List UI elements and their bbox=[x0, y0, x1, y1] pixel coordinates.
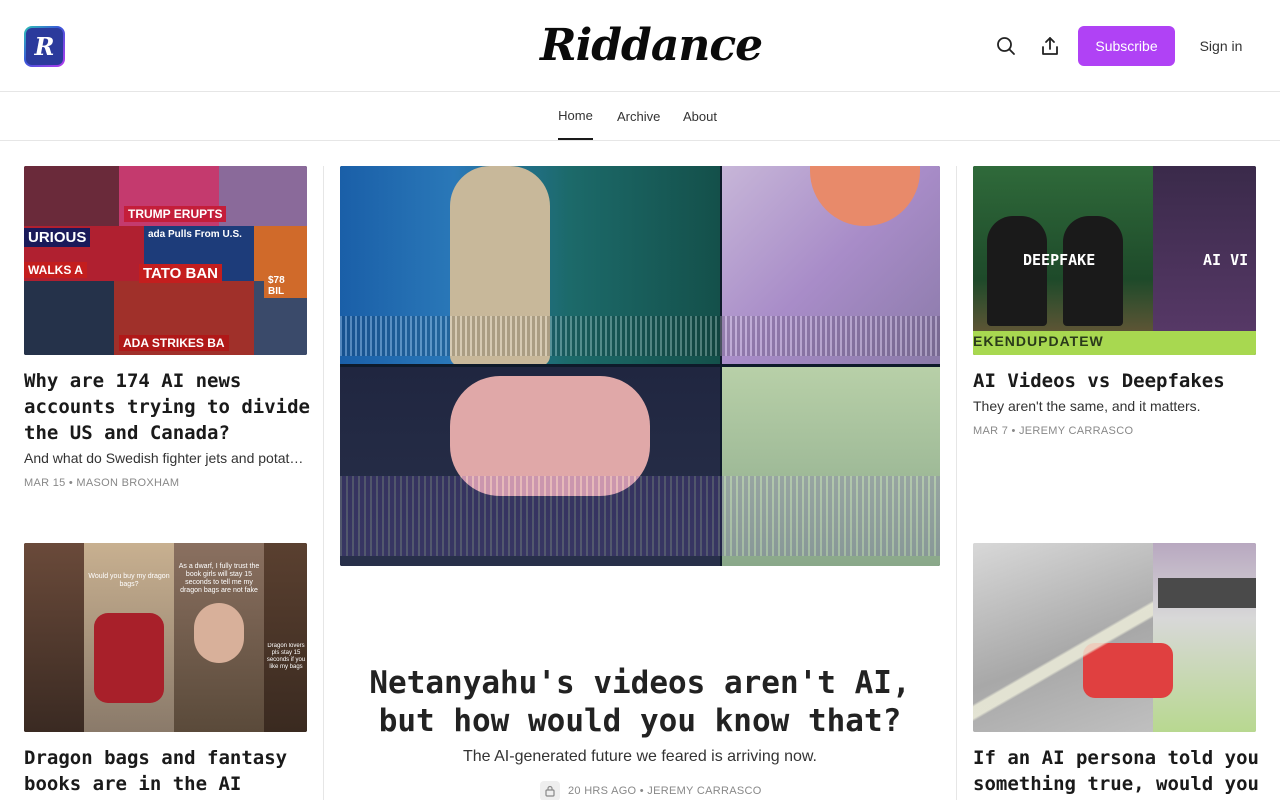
search-icon bbox=[997, 37, 1015, 55]
thumb-label: DEEPFAKE bbox=[1023, 251, 1096, 269]
thumb-sketch-seat bbox=[1158, 578, 1256, 608]
hero-post-meta: 20 HRS AGO • JEREMY CARRASCO bbox=[568, 785, 762, 797]
thumb-anchor-figure bbox=[987, 216, 1047, 326]
post-meta: MAR 15 • MASON BROXHAM bbox=[24, 477, 180, 489]
share-icon bbox=[1042, 37, 1058, 55]
collage-tile bbox=[24, 166, 119, 226]
nav-tab-about[interactable]: About bbox=[683, 92, 717, 140]
collage-label: ADA STRIKES BA bbox=[119, 335, 229, 351]
post-title[interactable]: AI Videos vs Deepfakes bbox=[973, 368, 1263, 394]
section-nav: Home Archive About bbox=[0, 92, 1280, 141]
collage-label: TRUMP ERUPTS bbox=[124, 206, 227, 222]
thumb-label: AI VI bbox=[1203, 251, 1249, 269]
post-title[interactable]: If an AI persona told you something true… bbox=[973, 745, 1263, 797]
collage-label: $78 BIL bbox=[264, 274, 307, 298]
thumb-caption: Dragon lovers pls stay 15 seconds if you… bbox=[266, 643, 306, 670]
post-title[interactable]: Dragon bags and fantasy books are in the… bbox=[24, 745, 314, 797]
post-subtitle: They aren't the same, and it matters. bbox=[973, 398, 1201, 414]
collage-tile bbox=[24, 281, 114, 355]
post-thumbnail-ai-news-accounts[interactable]: TRUMP ERUPTS URIOUS WALKS A TATO BAN ADA… bbox=[24, 166, 307, 355]
post-thumbnail-ai-persona[interactable] bbox=[973, 543, 1256, 732]
collage-label: WALKS A bbox=[24, 262, 87, 278]
column-divider-right bbox=[956, 166, 957, 800]
collage-tile bbox=[219, 166, 307, 226]
collage-label: TATO BAN bbox=[139, 264, 222, 283]
share-button[interactable] bbox=[1037, 33, 1063, 59]
logo-inner: R bbox=[26, 28, 63, 65]
post-subtitle: And what do Swedish fighter jets and pot… bbox=[24, 450, 304, 466]
nav-tab-home[interactable]: Home bbox=[558, 92, 593, 140]
thumb-sketch-panel bbox=[1153, 543, 1256, 732]
hero-glitch-band bbox=[340, 316, 940, 356]
thumb-caption: Would you buy my dragon bags? bbox=[88, 573, 170, 588]
publication-logo[interactable]: R bbox=[24, 26, 65, 67]
thumb-panel bbox=[24, 543, 84, 732]
hero-post-image[interactable] bbox=[340, 166, 940, 566]
collage-tile bbox=[254, 226, 307, 281]
collage-label: ada Pulls From U.S. bbox=[144, 228, 246, 241]
thumb-panel bbox=[264, 543, 307, 732]
subscribe-button[interactable]: Subscribe bbox=[1078, 26, 1175, 66]
publication-wordmark[interactable]: Riddance bbox=[540, 18, 763, 74]
post-title[interactable]: Why are 174 AI news accounts trying to d… bbox=[24, 368, 314, 446]
hero-glitch-band bbox=[340, 476, 940, 556]
thumb-face bbox=[194, 603, 244, 663]
thumb-caption: As a dwarf, I fully trust the book girls… bbox=[178, 563, 260, 594]
thumb-anchor-figure bbox=[1063, 216, 1123, 326]
post-meta: MAR 7 • JEREMY CARRASCO bbox=[973, 425, 1134, 437]
hero-glitch-line bbox=[340, 364, 940, 367]
collage-label: URIOUS bbox=[24, 228, 91, 247]
hero-post-title[interactable]: Netanyahu's videos aren't AI, but how wo… bbox=[340, 664, 940, 740]
hero-post-meta-row: 20 HRS AGO • JEREMY CARRASCO bbox=[540, 781, 762, 800]
paywall-lock-badge bbox=[540, 781, 560, 800]
nav-tab-archive[interactable]: Archive bbox=[617, 92, 660, 140]
sign-in-link[interactable]: Sign in bbox=[1190, 26, 1252, 66]
site-header: R Riddance Subscribe Sign in bbox=[0, 0, 1280, 92]
post-thumbnail-dragon-bags[interactable]: Would you buy my dragon bags? As a dwarf… bbox=[24, 543, 307, 732]
thumb-sketch-stroke bbox=[973, 543, 1153, 732]
column-divider-left bbox=[323, 166, 324, 800]
thumb-ticker-text: EKENDUPDATEW bbox=[973, 333, 1104, 349]
hero-post-subtitle: The AI-generated future we feared is arr… bbox=[463, 748, 817, 765]
thumb-dragon-bag bbox=[94, 613, 164, 703]
post-thumbnail-ai-videos-deepfakes[interactable]: DEEPFAKE AI VI EKENDUPDATEW bbox=[973, 166, 1256, 355]
search-button[interactable] bbox=[993, 33, 1019, 59]
logo-letter: R bbox=[34, 32, 55, 61]
lock-icon bbox=[545, 785, 555, 797]
